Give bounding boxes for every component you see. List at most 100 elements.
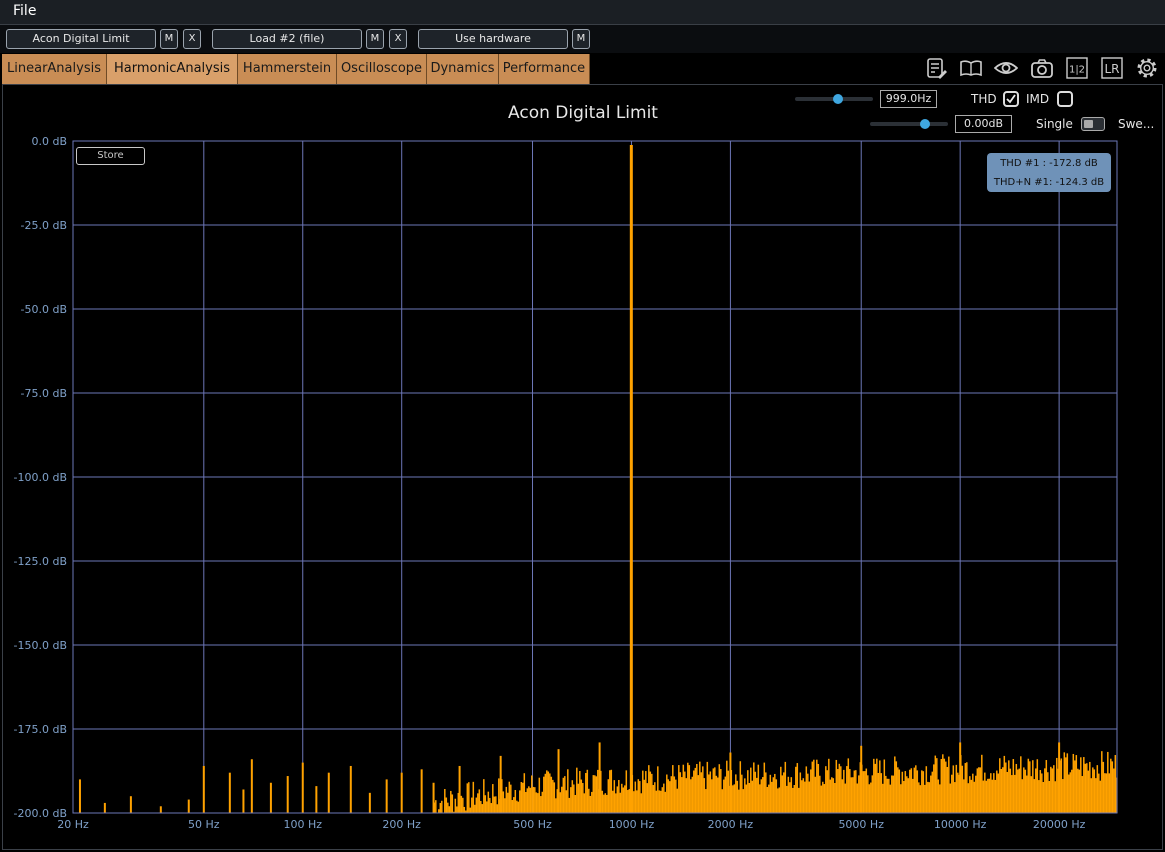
noise-bar: [762, 777, 764, 813]
noise-bar: [577, 783, 580, 813]
harmonic-bar: [242, 789, 245, 813]
thd-readout: THD #1 : -172.8 dB THD+N #1: -124.3 dB: [987, 153, 1111, 192]
x-tick-label: 10000 Hz: [934, 818, 987, 831]
noise-bar: [616, 786, 619, 813]
noise-bar: [625, 770, 628, 813]
noise-bar: [708, 774, 710, 813]
noise-bar: [705, 789, 707, 813]
noise-bar: [894, 756, 896, 813]
noise-bar: [601, 790, 604, 813]
noise-bar: [955, 764, 958, 813]
noise-bar: [684, 771, 686, 813]
noise-bar: [735, 774, 737, 813]
noise-bar: [546, 770, 548, 813]
noise-bar: [883, 759, 886, 813]
noise-bar: [550, 776, 553, 813]
noise-bar: [1042, 782, 1045, 813]
noise-bar: [565, 790, 568, 813]
noise-bar: [870, 782, 872, 813]
grid: [73, 140, 1117, 814]
noise-bar: [936, 758, 938, 813]
noise-bar: [811, 761, 814, 813]
x-tick-label: 50 Hz: [188, 818, 220, 831]
noise-bar: [522, 782, 524, 813]
noise-bar: [468, 782, 470, 813]
y-tick-label: -175.0 dB: [14, 723, 68, 736]
noise-bar: [763, 762, 766, 813]
harmonic-bar: [187, 799, 190, 813]
noise-bar: [1084, 763, 1087, 813]
noise-bar: [759, 784, 761, 813]
noise-bar: [912, 778, 914, 813]
noise-bar: [768, 784, 770, 813]
noise-bar: [486, 801, 488, 813]
noise-bar: [780, 766, 782, 813]
noise-bar: [484, 795, 487, 813]
harmonic-bar: [368, 792, 371, 813]
noise-bar: [1095, 778, 1097, 813]
noise-bar: [475, 797, 478, 813]
noise-bar: [642, 770, 644, 813]
noise-bar: [1045, 760, 1048, 813]
noise-bar: [1038, 780, 1040, 813]
noise-bar: [490, 803, 493, 813]
noise-bar: [807, 773, 809, 813]
noise-bar: [904, 771, 907, 813]
noise-bar: [817, 763, 820, 813]
noise-bar: [1111, 761, 1114, 813]
noise-bar: [1089, 761, 1091, 813]
noise-bar: [1078, 769, 1081, 813]
noise-bar: [1113, 768, 1115, 813]
noise-bar: [810, 769, 812, 813]
noise-bar: [774, 773, 776, 813]
harmonic-bar: [159, 806, 162, 813]
noise-bar: [610, 769, 613, 813]
noise-bar: [1035, 768, 1037, 813]
noise-bar: [940, 758, 943, 813]
noise-bar: [991, 779, 994, 813]
noise-bar: [717, 777, 719, 813]
noise-bar: [727, 770, 730, 813]
noise-bar: [732, 785, 734, 813]
noise-bar: [1092, 767, 1094, 813]
noise-bar: [795, 766, 797, 813]
noise-bar: [1077, 768, 1079, 813]
harmonic-bar: [499, 755, 502, 813]
noise-bar: [618, 779, 620, 813]
noise-bar: [514, 789, 517, 813]
store-button[interactable]: Store: [76, 147, 145, 165]
noise-bar: [534, 787, 536, 813]
noise-bar: [567, 769, 569, 813]
noise-bar: [999, 758, 1001, 813]
noise-bar: [835, 759, 838, 813]
noise-bar: [595, 776, 598, 813]
noise-bar: [913, 767, 916, 813]
noise-bar: [876, 758, 878, 813]
noise-bar: [643, 779, 646, 813]
noise-bar: [978, 767, 980, 813]
noise-bar: [573, 784, 575, 813]
noise-bar: [604, 793, 607, 813]
noise-bar: [645, 771, 647, 813]
noise-bar: [1044, 768, 1046, 813]
noise-bar: [744, 778, 746, 813]
y-tick-label: -50.0 dB: [21, 303, 68, 316]
noise-bar: [910, 768, 913, 813]
noise-bar: [678, 765, 680, 813]
noise-bar: [553, 782, 556, 813]
noise-bar: [852, 777, 854, 813]
noise-bar: [676, 788, 679, 813]
noise-bar: [1039, 770, 1042, 813]
noise-bar: [541, 791, 544, 813]
noise-bar: [547, 771, 550, 813]
noise-bar: [666, 774, 668, 813]
noise-bar: [787, 776, 790, 813]
noise-bar: [813, 759, 815, 813]
noise-bar: [661, 787, 664, 813]
noise-bar: [508, 781, 511, 813]
noise-bar: [961, 765, 964, 813]
noise-bar: [1021, 779, 1024, 813]
noise-bar: [1083, 757, 1085, 813]
noise-bar: [487, 791, 490, 813]
noise-bar: [1102, 761, 1105, 813]
